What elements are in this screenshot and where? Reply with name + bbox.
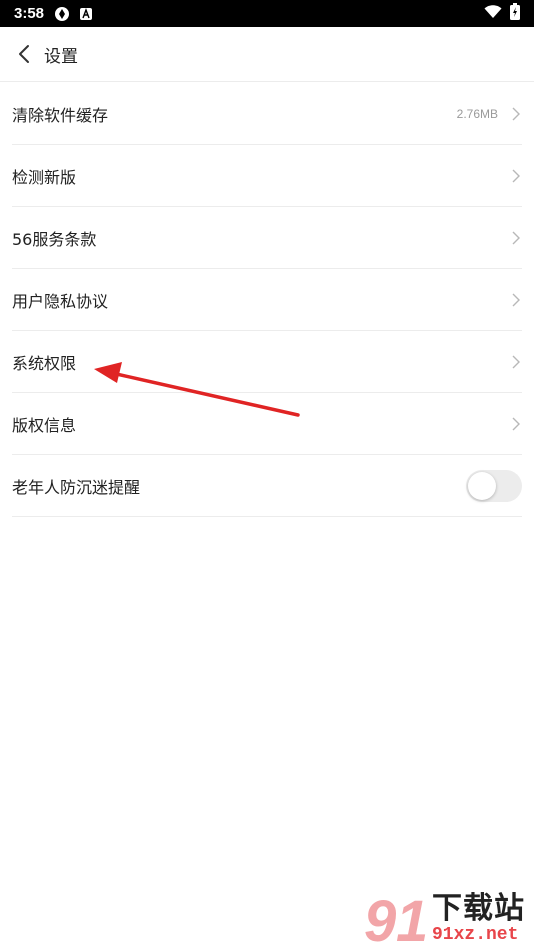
- notification-icon: [80, 7, 93, 20]
- cache-size-value: 2.76MB: [456, 106, 498, 121]
- svg-text:9: 9: [364, 889, 396, 949]
- status-time: 3:58: [14, 5, 45, 22]
- watermark-url: 91xz.net: [432, 925, 519, 945]
- battery-icon: [510, 3, 520, 24]
- watermark-logo-icon: 9 1: [364, 889, 428, 949]
- status-bar: 3:58: [0, 0, 534, 27]
- settings-row-elderly-anti-addiction: 老年人防沉迷提醒: [12, 455, 522, 517]
- chevron-right-icon: [506, 169, 520, 183]
- chevron-right-icon: [506, 355, 520, 369]
- settings-row-terms[interactable]: 56服务条款: [12, 207, 522, 269]
- header: 设置: [0, 27, 534, 82]
- wifi-icon: [484, 4, 502, 23]
- anti-addiction-toggle[interactable]: [466, 469, 522, 502]
- page-title: 设置: [44, 46, 78, 67]
- row-label: 老年人防沉迷提醒: [12, 477, 141, 497]
- settings-row-clear-cache[interactable]: 清除软件缓存 2.76MB: [12, 83, 522, 145]
- toggle-knob: [468, 471, 496, 500]
- watermark: 9 1 下载站 91xz.net: [362, 888, 534, 950]
- chevron-right-icon: [506, 293, 520, 307]
- row-label: 系统权限: [12, 353, 77, 373]
- row-label: 用户隐私协议: [12, 291, 109, 311]
- chevron-right-icon: [506, 417, 520, 431]
- svg-text:1: 1: [396, 889, 428, 949]
- settings-row-privacy[interactable]: 用户隐私协议: [12, 269, 522, 331]
- row-label: 清除软件缓存: [12, 105, 109, 125]
- row-label: 56服务条款: [12, 229, 97, 249]
- settings-list: 清除软件缓存 2.76MB 检测新版 56服务条款 用户隐私协议 系统权限 版权…: [0, 83, 534, 517]
- settings-row-check-update[interactable]: 检测新版: [12, 145, 522, 207]
- row-label: 版权信息: [12, 415, 77, 435]
- chevron-left-icon: [19, 45, 29, 63]
- settings-row-system-permissions[interactable]: 系统权限: [12, 331, 522, 393]
- sync-icon: [54, 6, 70, 22]
- row-label: 检测新版: [12, 167, 77, 187]
- watermark-title: 下载站: [432, 891, 525, 926]
- chevron-right-icon: [506, 107, 520, 121]
- back-button[interactable]: [4, 27, 44, 82]
- settings-row-copyright[interactable]: 版权信息: [12, 393, 522, 455]
- chevron-right-icon: [506, 231, 520, 245]
